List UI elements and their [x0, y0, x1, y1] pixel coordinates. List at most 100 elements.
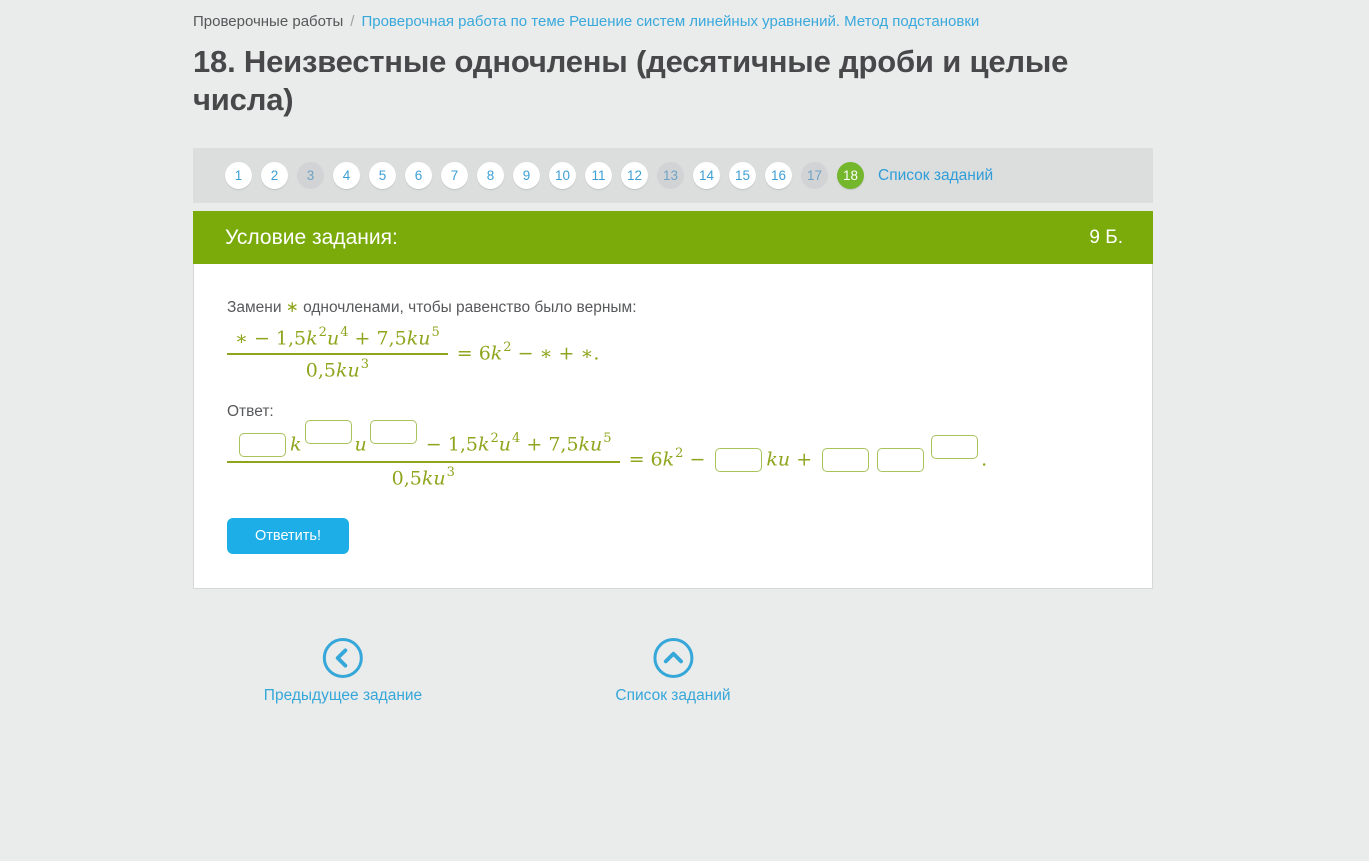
- prev-task-link[interactable]: Предыдущее задание: [264, 638, 422, 705]
- math-token: ku: [335, 359, 360, 382]
- answer-input-coefficient-2[interactable]: [715, 448, 763, 473]
- math-token: 2: [318, 325, 327, 340]
- pagination-item-17[interactable]: 17: [801, 162, 828, 189]
- condition-formula: ∗ − 1,5k2u4 + 7,5ku5 0,5ku3 = 6k2 − ∗ + …: [227, 324, 1119, 382]
- math-token: ku: [578, 432, 603, 455]
- chevron-left-icon: [322, 638, 363, 679]
- math-token: 0,5: [391, 467, 422, 490]
- math-token: +: [348, 327, 377, 350]
- answer-formula-rhs: = 6k2 − ku + .: [628, 435, 988, 473]
- math-token: 0,5: [305, 359, 336, 382]
- pagination-item-5[interactable]: 5: [369, 162, 396, 189]
- answer-input-coefficient-3[interactable]: [822, 448, 870, 473]
- answer-fraction-denominator: 0,5ku3: [227, 463, 620, 489]
- math-token: k: [662, 448, 675, 471]
- pagination-item-2[interactable]: 2: [261, 162, 288, 189]
- breadcrumb-current-link[interactable]: Проверочная работа по теме Решение систе…: [361, 13, 979, 30]
- page-title: 18. Неизвестные одночлены (десятичные др…: [193, 44, 1069, 117]
- answer-label: Ответ:: [227, 402, 274, 420]
- pagination-item-7[interactable]: 7: [441, 162, 468, 189]
- answer-fraction-numerator: ku − 1,5k2u4 + 7,5ku5: [227, 419, 620, 463]
- task-card: Замени ∗ одночленами, чтобы равенство бы…: [193, 264, 1153, 590]
- pagination-item-10[interactable]: 10: [549, 162, 576, 189]
- pagination-item-14[interactable]: 14: [693, 162, 720, 189]
- math-token: ku: [766, 448, 791, 471]
- breadcrumb: Проверочные работы / Проверочная работа по…: [193, 14, 1153, 30]
- footer-nav: Предыдущее задание Список заданий: [193, 613, 1153, 705]
- pagination-item-6[interactable]: 6: [405, 162, 432, 189]
- math-token: 2: [490, 430, 499, 446]
- pagination-item-16[interactable]: 16: [765, 162, 792, 189]
- chevron-up-icon: [653, 638, 693, 679]
- main-content: Проверочные работы / Проверочная работа по…: [193, 0, 1153, 705]
- math-token: 5: [603, 430, 612, 446]
- math-token: 2: [675, 445, 684, 461]
- math-token: 1,5: [447, 432, 478, 455]
- math-token: 4: [512, 430, 521, 446]
- task-list-link[interactable]: Список заданий: [615, 638, 731, 705]
- pagination-item-4[interactable]: 4: [333, 162, 360, 189]
- task-instruction: Замени ∗ одночленами, чтобы равенство бы…: [227, 298, 1119, 317]
- math-token: =: [456, 342, 479, 365]
- breadcrumb-separator: /: [350, 13, 355, 30]
- pagination-item-13[interactable]: 13: [657, 162, 684, 189]
- answer-formula: ku − 1,5k2u4 + 7,5ku5 0,5ku3 = 6k2 − ku …: [227, 419, 1119, 489]
- breadcrumb-root[interactable]: Проверочные работы: [193, 13, 343, 30]
- pagination-bar: 1 2 3 4 5 6 7 8 9 10 11 12 13 14 15 16 17 18 Список задан…: [193, 148, 1153, 203]
- math-token: u: [354, 432, 367, 455]
- math-token: +: [790, 448, 819, 471]
- condition-header-title: Условие задания:: [225, 225, 398, 249]
- pagination-item-3[interactable]: 3: [297, 162, 324, 189]
- pagination-item-12[interactable]: 12: [621, 162, 648, 189]
- math-token: k: [306, 327, 318, 350]
- task-list-label: Список заданий: [615, 687, 731, 705]
- math-token: +: [520, 432, 549, 455]
- submit-button[interactable]: Ответить!: [227, 518, 349, 555]
- math-token: −: [683, 448, 712, 471]
- math-token: 7,5: [548, 432, 579, 455]
- condition-fraction: ∗ − 1,5k2u4 + 7,5ku5 0,5ku3: [227, 324, 448, 382]
- math-token: 6: [478, 342, 491, 365]
- answer-fraction: ku − 1,5k2u4 + 7,5ku5 0,5ku3: [227, 419, 620, 489]
- math-token: 6: [650, 448, 663, 471]
- math-token: − ∗ + ∗.: [511, 342, 600, 365]
- pagination-item-1[interactable]: 1: [225, 162, 252, 189]
- math-token: .: [981, 448, 988, 471]
- condition-formula-rhs: = 6k2 − ∗ + ∗.: [456, 340, 600, 365]
- answer-input-exponent-4[interactable]: [931, 435, 979, 460]
- math-token: 3: [446, 464, 455, 480]
- pagination-item-15[interactable]: 15: [729, 162, 756, 189]
- pagination-item-9[interactable]: 9: [513, 162, 540, 189]
- math-token: ku: [406, 327, 431, 350]
- math-token: u: [498, 432, 512, 455]
- green-asterisk: ∗: [285, 299, 299, 316]
- math-token: 3: [360, 357, 369, 373]
- answer-input-exponent-k[interactable]: [304, 419, 352, 444]
- math-token: k: [490, 342, 503, 365]
- math-token: ∗ −: [235, 327, 276, 350]
- answer-input-coefficient-1[interactable]: [239, 432, 286, 457]
- math-token: −: [419, 432, 448, 455]
- condition-header: Условие задания: 9 Б.: [193, 211, 1153, 264]
- prev-task-label: Предыдущее задание: [263, 687, 423, 705]
- math-token: 1,5: [275, 327, 307, 350]
- math-token: =: [628, 448, 651, 471]
- pagination-circles: 1 2 3 4 5 6 7 8 9 10 11 12 13 14 15 16 17 18: [225, 162, 864, 189]
- condition-fraction-denominator: 0,5ku3: [227, 355, 448, 381]
- answer-input-exponent-u[interactable]: [369, 419, 417, 444]
- math-token: k: [290, 432, 302, 455]
- math-token: 2: [503, 340, 512, 356]
- math-token: k: [477, 432, 490, 455]
- pagination-item-8[interactable]: 8: [477, 162, 504, 189]
- pagination-list-link[interactable]: Список заданий: [878, 167, 993, 185]
- math-token: u: [326, 327, 340, 350]
- math-token: одночленами, чтобы равенство было верным…: [298, 299, 637, 316]
- pagination-item-18[interactable]: 18: [837, 162, 864, 189]
- math-token: ku: [421, 467, 446, 490]
- math-token: 4: [340, 325, 349, 340]
- pagination-item-11[interactable]: 11: [585, 162, 612, 189]
- math-token: 5: [431, 325, 440, 340]
- math-token: 7,5: [376, 327, 407, 350]
- answer-input-base-4[interactable]: [877, 448, 925, 473]
- condition-fraction-numerator: ∗ − 1,5k2u4 + 7,5ku5: [227, 324, 448, 356]
